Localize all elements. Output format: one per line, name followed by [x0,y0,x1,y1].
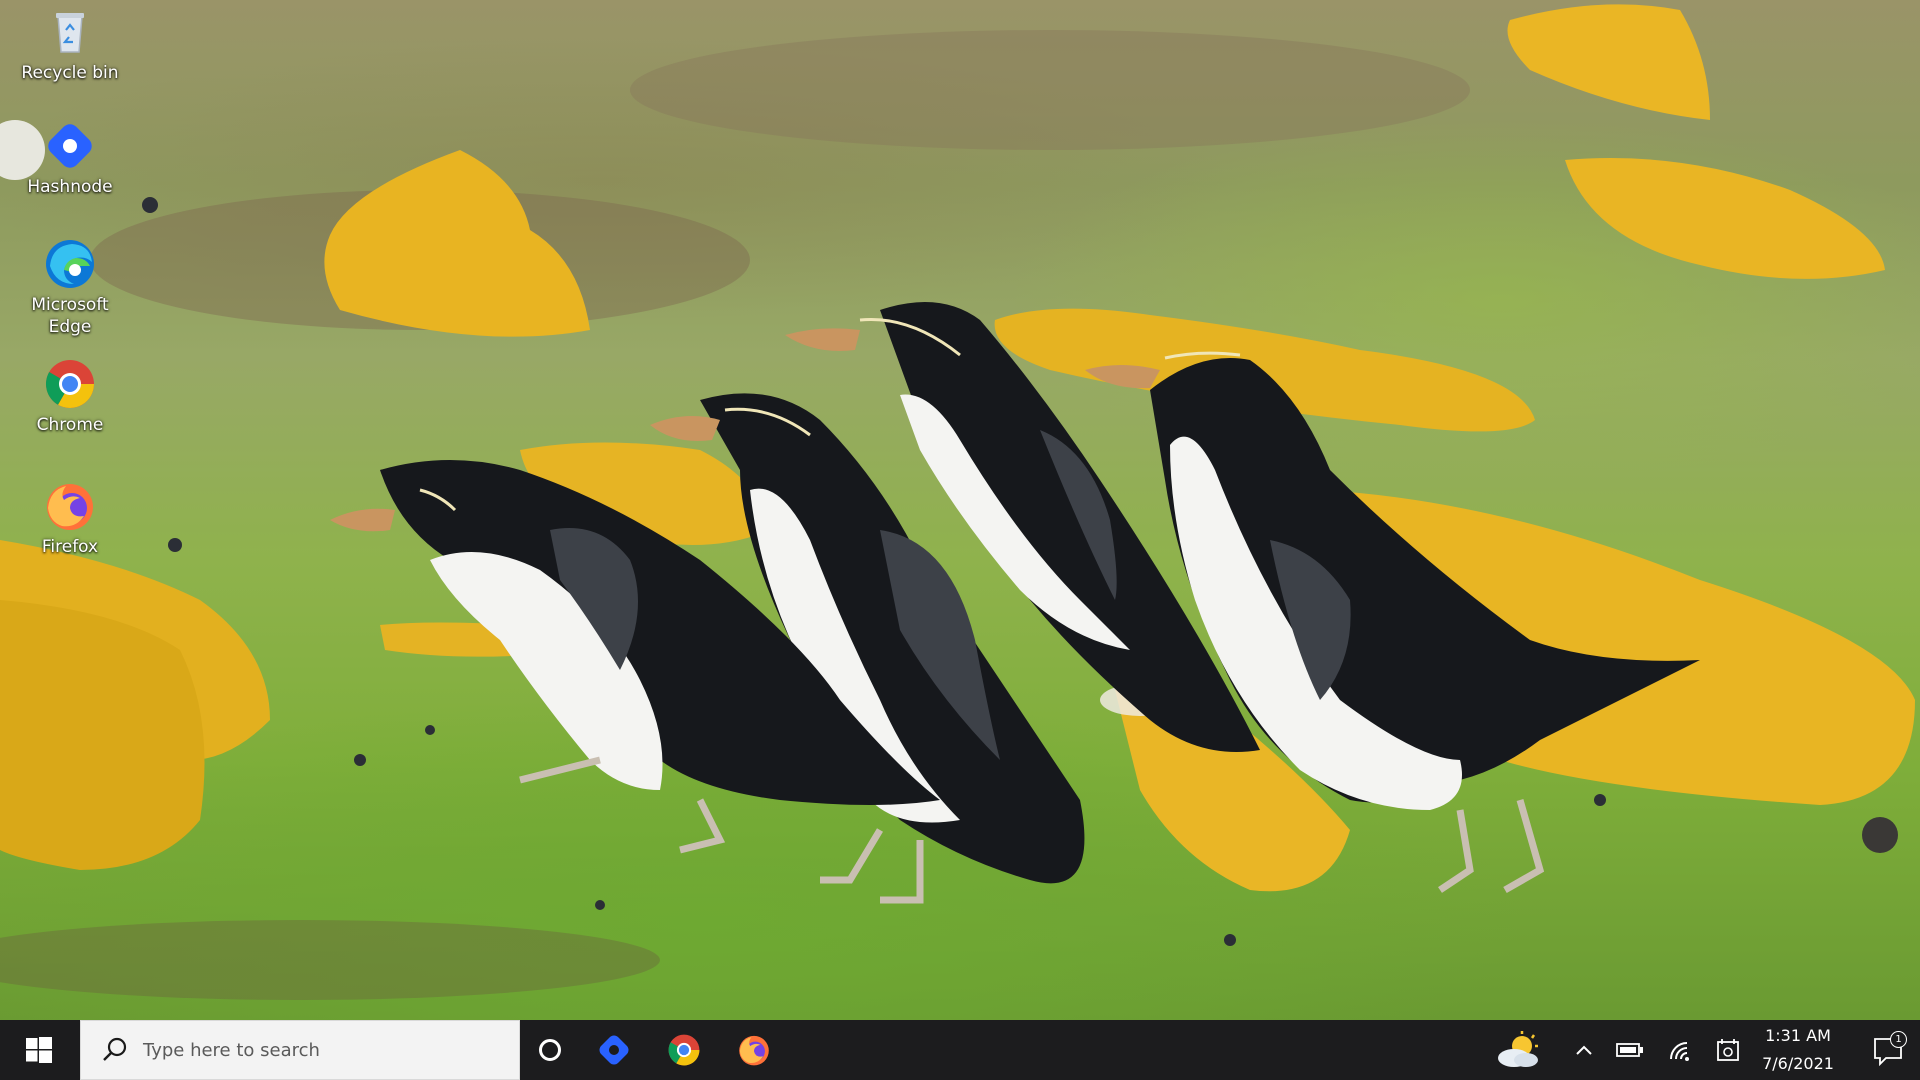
clock-date: 7/6/2021 [1762,1054,1834,1073]
battery-icon [1616,1043,1643,1057]
firefox-icon [47,484,93,530]
desktop-icon-microsoft-edge[interactable]: Microsoft Edge [14,236,126,338]
taskbar-app-chrome[interactable] [652,1020,716,1080]
taskbar-clock[interactable]: 1:31 AM 7/6/2021 [1750,1020,1846,1080]
chrome-icon [668,1034,700,1066]
start-button[interactable] [0,1020,78,1080]
network-indicator[interactable] [1662,1020,1698,1080]
taskbar-app-firefox[interactable] [722,1020,786,1080]
desktop-icon-chrome[interactable]: Chrome [14,356,126,436]
taskbar-app-hashnode[interactable] [582,1020,646,1080]
edge-icon [46,240,94,288]
chevron-up-icon [1576,1045,1592,1055]
search-icon [103,1037,127,1061]
desktop-wallpaper [0,0,1920,1020]
action-center-button[interactable]: 1 [1862,1020,1916,1080]
desktop-icon-label: Firefox [41,537,99,557]
wifi-icon [1670,1042,1689,1061]
notification-badge: 1 [1890,1031,1907,1048]
weather-widget[interactable] [1490,1020,1550,1080]
firefox-icon [739,1035,769,1066]
meet-now-icon [1717,1039,1739,1061]
meet-now-button[interactable] [1710,1020,1746,1080]
windows-logo-icon [26,1037,52,1063]
battery-indicator[interactable] [1612,1020,1648,1080]
hashnode-icon [599,1035,629,1065]
taskbar: Type here to search 1:31 AM 7/6/2021 1 [0,1020,1920,1080]
desktop-icon-recycle-bin[interactable]: Recycle bin [14,4,126,84]
cortana-button[interactable] [518,1020,582,1080]
desktop-icon-hashnode[interactable]: Hashnode [14,118,126,198]
desktop-icon-label: Recycle bin [21,63,119,83]
chrome-icon [45,360,94,409]
penguins-illustration [0,4,1915,1000]
taskbar-search-box[interactable]: Type here to search [80,1020,520,1080]
desktop-icon-label: Microsoft Edge [31,295,109,337]
desktop-icon-firefox[interactable]: Firefox [14,478,126,558]
cortana-icon [539,1039,561,1061]
desktop-icon-label: Hashnode [27,177,113,197]
desktop-icon-label: Chrome [36,415,104,435]
clock-time: 1:31 AM [1765,1026,1831,1045]
weather-icon [1498,1031,1538,1067]
recycle-bin-icon [56,13,84,53]
search-placeholder: Type here to search [143,1039,320,1061]
show-hidden-icons-button[interactable] [1570,1020,1598,1080]
hashnode-icon [48,124,92,168]
